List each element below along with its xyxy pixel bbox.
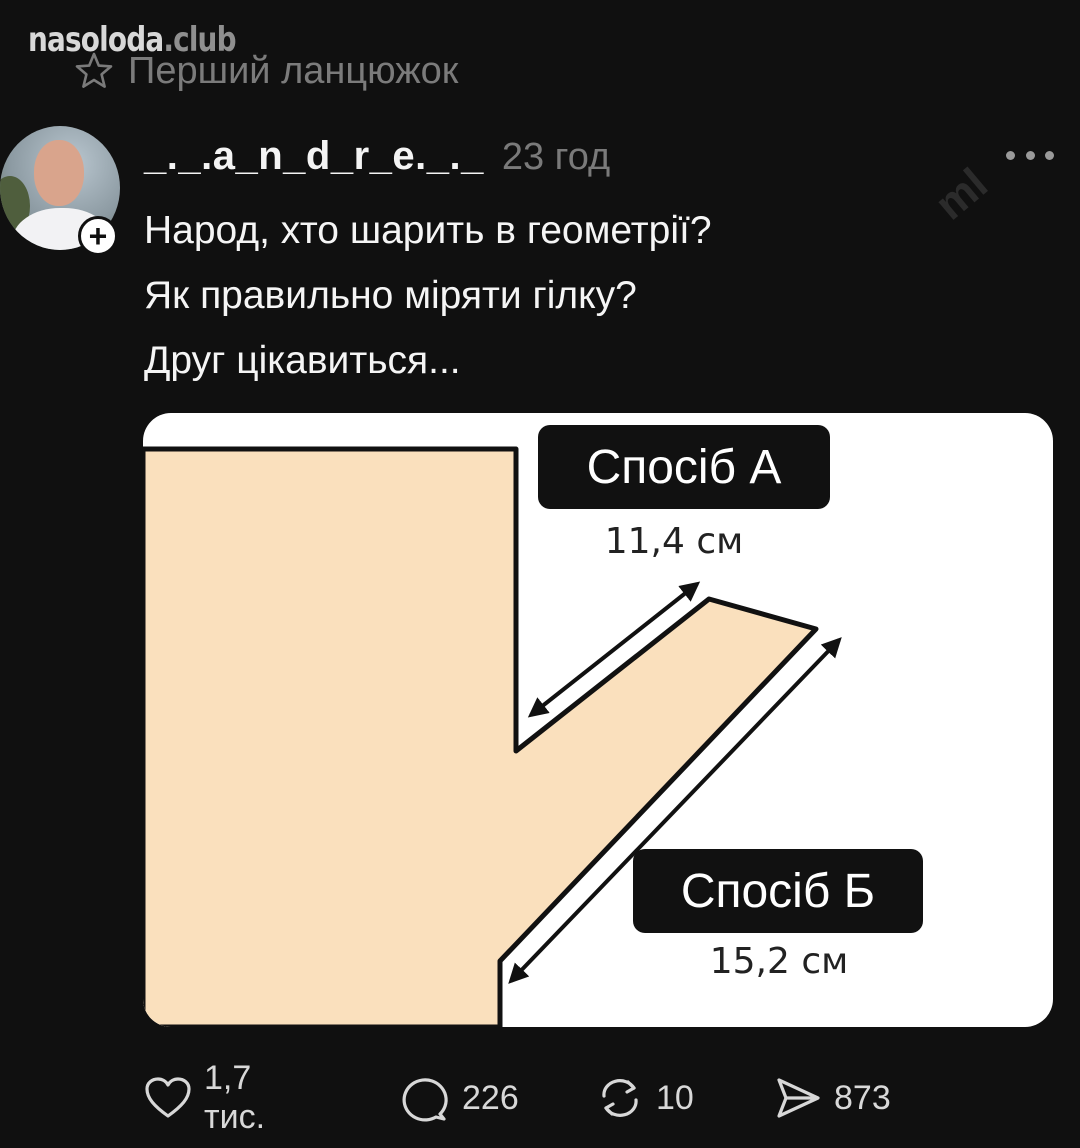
heart-icon bbox=[144, 1076, 192, 1120]
repost-count: 10 bbox=[656, 1078, 694, 1117]
measure-a: 11,4 см bbox=[605, 521, 744, 562]
star-icon[interactable] bbox=[74, 51, 114, 91]
like-count: 1,7 тис. bbox=[204, 1059, 266, 1136]
label-a: Спосіб А bbox=[587, 441, 782, 494]
share-button[interactable]: 873 bbox=[774, 1072, 891, 1124]
post-time: 23 год bbox=[501, 136, 611, 178]
share-count: 873 bbox=[834, 1078, 891, 1117]
measure-b: 15,2 см bbox=[710, 941, 849, 982]
like-button[interactable]: 1,7 тис. bbox=[144, 1059, 265, 1136]
post-text-line: Як правильно міряти гілку? bbox=[144, 274, 637, 317]
reply-button[interactable]: 226 bbox=[400, 1072, 519, 1124]
reply-count: 226 bbox=[462, 1078, 519, 1117]
post-text: Народ, хто шарить в геометрії? Як правил… bbox=[144, 198, 1004, 393]
repost-icon bbox=[596, 1076, 644, 1120]
username[interactable]: _._.a_n_d_r_e._._ bbox=[144, 134, 484, 179]
thread-title: Перший ланцюжок bbox=[128, 49, 459, 92]
post-meta: _._.a_n_d_r_e._._ 23 год bbox=[144, 134, 610, 182]
post-text-line: Друг цікавиться... bbox=[144, 339, 461, 382]
repost-button[interactable]: 10 bbox=[596, 1072, 694, 1124]
post-text-line: Народ, хто шарить в геометрії? bbox=[144, 209, 712, 252]
label-b: Спосіб Б bbox=[681, 865, 875, 918]
more-icon bbox=[1006, 150, 1015, 160]
post-image[interactable]: Спосіб А 11,4 см Спосіб Б 15,2 см bbox=[143, 413, 1053, 1027]
thread-header[interactable]: Перший ланцюжок bbox=[74, 48, 458, 94]
plus-icon: + bbox=[88, 218, 108, 254]
follow-button[interactable]: + bbox=[78, 216, 118, 256]
more-options-button[interactable] bbox=[1006, 140, 1054, 170]
comment-icon bbox=[400, 1074, 450, 1122]
share-icon bbox=[774, 1076, 822, 1120]
author-avatar-area[interactable]: + bbox=[0, 126, 124, 256]
